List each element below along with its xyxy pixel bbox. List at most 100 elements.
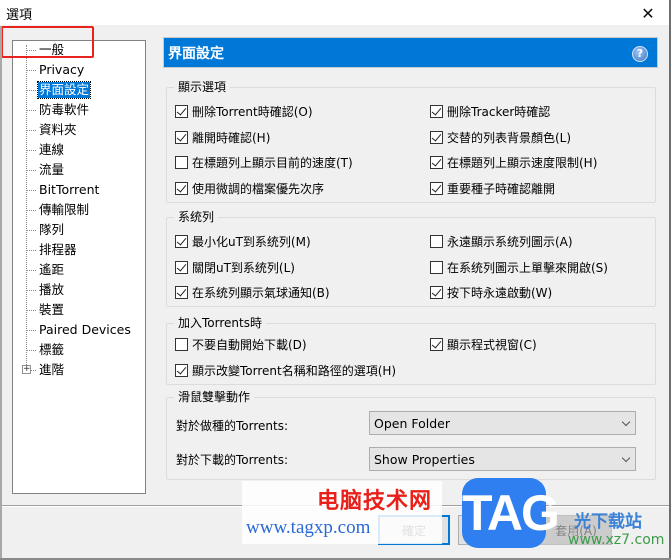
checkbox-label: 在標題列上顯示速度限制(H) <box>447 155 598 170</box>
tree-item-devices[interactable]: 裝置 <box>13 301 143 319</box>
tree-item-labels[interactable]: 標籤 <box>13 341 143 359</box>
checkbox-label: 在系统列圖示上單擊來開啟(S) <box>447 260 608 275</box>
tree-item-label: BitTorrent <box>39 182 100 197</box>
checkbox-box[interactable] <box>175 155 188 169</box>
tree-item-bandwidth[interactable]: 流量 <box>13 161 143 179</box>
tree-item-label: 播放 <box>39 282 65 297</box>
checkbox-box[interactable] <box>430 260 443 274</box>
checkbox-confirm-delete-torrent[interactable]: 刪除Torrent時確認(O) <box>175 102 313 120</box>
dropdown-value: Open Folder <box>374 416 450 431</box>
checkbox-box[interactable] <box>430 285 443 299</box>
checkbox-show-rename-options[interactable]: 顯示改變Torrent名稱和路徑的選項(H) <box>175 361 396 379</box>
tree-item-privacy[interactable]: Privacy <box>13 61 143 79</box>
checkbox-box[interactable] <box>175 337 188 351</box>
tree-item-playback[interactable]: 播放 <box>13 281 143 299</box>
tree-item-connection[interactable]: 連線 <box>13 141 143 159</box>
checkbox-show-speed-limit-title[interactable]: 在標題列上顯示速度限制(H) <box>430 153 597 171</box>
checkbox-minimize-to-tray[interactable]: 最小化uT到系统列(M) <box>175 232 311 250</box>
checkbox-single-click-tray[interactable]: 在系统列圖示上單擊來開啟(S) <box>430 258 608 276</box>
downloading-action-dropdown[interactable]: Show Properties <box>369 447 636 471</box>
tree-dots <box>26 330 36 331</box>
checkbox-always-activate[interactable]: 按下時永遠啟動(W) <box>430 283 552 301</box>
tree-item-label: 標籤 <box>39 342 65 357</box>
checkbox-box[interactable] <box>430 337 443 351</box>
checkbox-label: 刪除Tracker時確認 <box>447 104 551 119</box>
tree-item-label: 遙距 <box>39 262 65 277</box>
checkbox-label: 關閉uT到系统列(L) <box>192 260 295 275</box>
checkbox-box[interactable] <box>430 155 443 169</box>
checkbox-label: 刪除Torrent時確認(O) <box>192 104 313 119</box>
checkbox-box[interactable] <box>430 234 443 248</box>
tree-item-label: 一般 <box>39 42 65 57</box>
checkbox-label: 使用微調的檔案優先次序 <box>192 181 325 196</box>
window-border-left <box>0 26 2 560</box>
checkbox-close-to-tray[interactable]: 關閉uT到系统列(L) <box>175 258 295 276</box>
settings-tree: 一般 Privacy 界面設定 防毒軟件 資料夾 連線 流量 BitTorren… <box>12 40 146 494</box>
tree-item-transfer-cap[interactable]: 傳輸限制 <box>13 201 143 219</box>
group-display-options: 顯示選項 刪除Torrent時確認(O) 離開時確認(H) 在標題列上顯示目前的… <box>166 79 656 203</box>
checkbox-show-speed-title[interactable]: 在標題列上顯示目前的速度(T) <box>175 153 353 171</box>
tree-item-scheduler[interactable]: 排程器 <box>13 241 143 259</box>
checkbox-label: 最小化uT到系统列(M) <box>192 234 311 249</box>
group-adding-torrents: 加入Torrents時 不要自動開始下載(D) 顯示改變Torrent名稱和路徑… <box>166 315 656 385</box>
tree-item-folders[interactable]: 資料夾 <box>13 121 143 139</box>
checkbox-label: 重要種子時確認離開 <box>447 181 556 196</box>
checkbox-alternate-row-colors[interactable]: 交替的列表背景顏色(L) <box>430 128 571 146</box>
tree-item-paired-devices[interactable]: Paired Devices <box>13 321 143 339</box>
checkbox-confirm-exit[interactable]: 離開時確認(H) <box>175 128 270 146</box>
checkbox-box[interactable] <box>175 363 188 377</box>
checkbox-confirm-exit-critical-seeder[interactable]: 重要種子時確認離開 <box>430 179 555 197</box>
group-legend: 加入Torrents時 <box>174 315 266 331</box>
close-icon[interactable]: ✕ <box>625 0 671 26</box>
window-title: 選項 <box>6 8 33 23</box>
tree-item-antivirus[interactable]: 防毒軟件 <box>13 101 143 119</box>
dropdown-value: Show Properties <box>374 452 475 467</box>
checkbox-label: 交替的列表背景顏色(L) <box>447 130 572 145</box>
group-legend: 顯示選項 <box>174 79 231 95</box>
checkbox-box[interactable] <box>175 285 188 299</box>
checkbox-always-show-tray-icon[interactable]: 永遠顯示系统列圖示(A) <box>430 232 573 250</box>
tree-item-queueing[interactable]: 隊列 <box>13 221 143 239</box>
checkbox-show-app-window[interactable]: 顯示程式視窗(C) <box>430 335 537 353</box>
checkbox-box[interactable] <box>430 181 443 195</box>
tree-item-label: 傳輸限制 <box>39 202 90 217</box>
checkbox-label: 不要自動開始下載(D) <box>192 337 307 352</box>
checkbox-box[interactable] <box>175 104 188 118</box>
checkbox-box[interactable] <box>175 260 188 274</box>
tree-dots <box>26 310 36 311</box>
help-icon[interactable]: ? <box>632 46 648 62</box>
checkbox-dont-start-download[interactable]: 不要自動開始下載(D) <box>175 335 307 353</box>
tree-item-label: 隊列 <box>39 222 65 237</box>
watermark-xz7: 光下载站 www.xz7.com <box>554 505 671 560</box>
watermark-site-name: 电脑技术网 <box>317 489 433 514</box>
expand-plus-icon[interactable]: + <box>22 365 31 374</box>
tree-item-bittorrent[interactable]: BitTorrent <box>13 181 143 199</box>
tree-dots <box>26 190 36 191</box>
group-legend: 系统列 <box>174 209 219 225</box>
checkbox-box[interactable] <box>430 130 443 144</box>
tree-item-remote[interactable]: 遙距 <box>13 261 143 279</box>
tree-item-label: 裝置 <box>39 302 65 317</box>
tree-dots <box>26 130 36 131</box>
tree-dots <box>26 230 36 231</box>
tree-item-advanced[interactable]: + 進階 <box>13 361 143 379</box>
watermark-site-url: www.tagxp.com <box>246 517 371 538</box>
tree-dots <box>26 70 36 71</box>
checkbox-box[interactable] <box>175 234 188 248</box>
tree-item-general[interactable]: 一般 <box>13 41 143 59</box>
tree-dots <box>26 250 36 251</box>
checkbox-label: 在標題列上顯示目前的速度(T) <box>192 155 353 170</box>
seeding-action-dropdown[interactable]: Open Folder <box>369 411 636 435</box>
checkbox-label: 按下時永遠啟動(W) <box>447 285 553 300</box>
checkbox-box[interactable] <box>175 181 188 195</box>
checkbox-box[interactable] <box>175 130 188 144</box>
watermark-tag-badge: TAG <box>462 478 560 548</box>
tree-item-ui-settings[interactable]: 界面設定 <box>13 81 143 99</box>
seeding-torrents-label: 對於做種的Torrents: <box>176 419 289 433</box>
checkbox-fine-grained-priority[interactable]: 使用微調的檔案優先次序 <box>175 179 324 197</box>
tree-dots <box>26 270 36 271</box>
checkbox-confirm-delete-tracker[interactable]: 刪除Tracker時確認 <box>430 102 550 120</box>
checkbox-tray-balloon[interactable]: 在系统列顯示氣球通知(B) <box>175 283 330 301</box>
watermark-tagxp: 电脑技术网 www.tagxp.com <box>242 481 442 544</box>
checkbox-box[interactable] <box>430 104 443 118</box>
